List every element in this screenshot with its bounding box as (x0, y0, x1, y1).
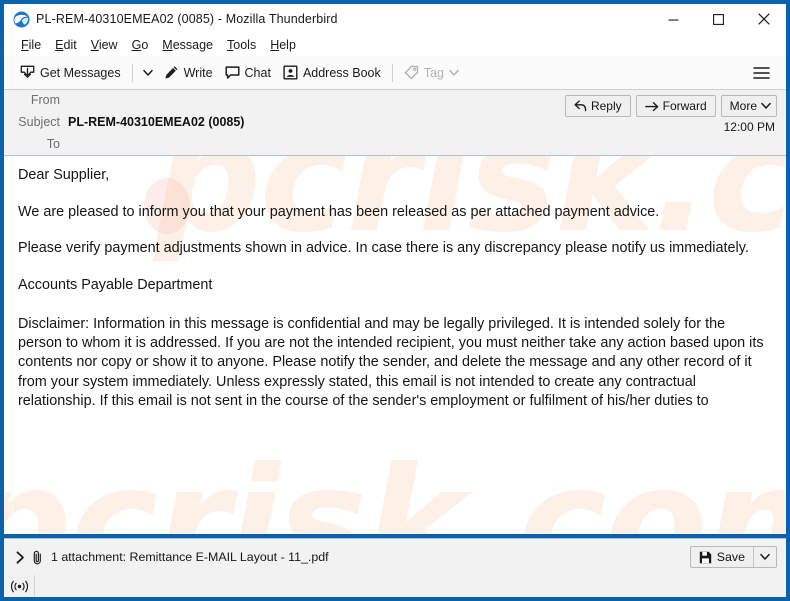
body-paragraph-2: Please verify payment adjustments shown … (18, 240, 749, 257)
close-icon (757, 13, 770, 25)
menu-view[interactable]: View (84, 37, 125, 53)
save-button[interactable]: Save (691, 547, 753, 567)
write-label: Write (183, 65, 213, 80)
get-messages-button[interactable]: Get Messages (14, 62, 127, 83)
tag-label: Tag (423, 65, 444, 80)
chat-bubble-icon (225, 65, 240, 80)
maximize-icon (713, 13, 724, 25)
app-menu-button[interactable] (749, 63, 774, 83)
body-paragraph-greeting: Dear Supplier, (18, 167, 110, 183)
chevron-down-icon (761, 102, 771, 109)
minimize-button[interactable] (651, 4, 696, 34)
chevron-down-icon (142, 69, 153, 76)
menu-file[interactable]: File (14, 37, 48, 53)
menu-bar: File Edit View Go Message Tools Help (4, 34, 786, 56)
attachment-label[interactable]: 1 attachment: Remittance E-MAIL Layout -… (51, 550, 329, 564)
write-button[interactable]: Write (158, 62, 219, 83)
chat-label: Chat (244, 65, 271, 80)
download-inbox-icon (20, 65, 35, 80)
tag-button[interactable]: Tag (398, 62, 465, 83)
toolbar-separator-1 (131, 63, 133, 82)
more-label: More (729, 99, 757, 113)
thunderbird-logo (13, 11, 30, 27)
watermark-text-bottom: pcrisk.com (4, 436, 786, 534)
close-button[interactable] (741, 4, 786, 34)
forward-arrow-icon (644, 101, 658, 111)
save-label: Save (716, 550, 745, 564)
from-label: From (30, 93, 60, 107)
connection-status-button[interactable] (4, 575, 35, 597)
minimize-icon (668, 19, 679, 21)
menu-help[interactable]: Help (263, 37, 303, 53)
tag-chevron-down-icon (449, 69, 459, 77)
address-book-icon (283, 65, 298, 80)
menu-tools[interactable]: Tools (220, 37, 263, 53)
more-button[interactable]: More (720, 95, 777, 117)
get-messages-label: Get Messages (40, 65, 121, 80)
menu-go[interactable]: Go (125, 37, 156, 53)
main-toolbar: Get Messages Write Chat Address Book Tag (4, 56, 786, 90)
attachment-expand-button[interactable] (14, 550, 31, 564)
message-actions: Reply Forward More (564, 95, 777, 117)
message-text-content: Dear Supplier, We are pleased to inform … (18, 166, 772, 411)
tag-icon (404, 65, 419, 80)
floppy-disk-icon (699, 551, 711, 563)
thunderbird-window: PL-REM-40310EMEA02 (0085) - Mozilla Thun… (0, 0, 790, 601)
subject-value: PL-REM-40310EMEA02 (0085) (68, 115, 245, 129)
menu-edit[interactable]: Edit (48, 37, 84, 53)
address-book-label: Address Book (302, 65, 381, 80)
get-messages-dropdown[interactable] (138, 66, 158, 80)
message-time: 12:00 PM (723, 120, 775, 134)
forward-label: Forward (662, 99, 707, 113)
menu-message[interactable]: Message (155, 37, 220, 53)
paperclip-icon (31, 550, 44, 565)
forward-button[interactable]: Forward (635, 95, 716, 117)
subject-label: Subject (18, 115, 60, 129)
window-title: PL-REM-40310EMEA02 (0085) - Mozilla Thun… (36, 12, 338, 26)
save-dropdown-button[interactable] (753, 547, 776, 567)
body-disclaimer: Disclaimer: Information in this message … (18, 315, 764, 409)
reply-arrow-icon (574, 100, 587, 112)
save-attachment-control: Save (689, 546, 777, 568)
hamburger-menu-icon (753, 66, 770, 79)
online-status-icon (10, 580, 28, 592)
header-row-subject: Subject PL-REM-40310EMEA02 (0085) (4, 115, 786, 137)
message-header: From Subject PL-REM-40310EMEA02 (0085) T… (4, 90, 786, 156)
chevron-right-icon (16, 550, 24, 564)
attachment-bar: 1 attachment: Remittance E-MAIL Layout -… (4, 538, 786, 575)
reply-button[interactable]: Reply (564, 95, 631, 117)
message-body: pcrisk.com pcrisk.com Dear Supplier, We … (4, 156, 786, 534)
header-row-to: To (4, 137, 786, 155)
body-paragraph-signature: Accounts Payable Department (18, 276, 213, 293)
title-bar: PL-REM-40310EMEA02 (0085) - Mozilla Thun… (4, 4, 786, 34)
pencil-icon (164, 65, 179, 80)
chat-button[interactable]: Chat (219, 62, 277, 83)
to-label: To (46, 137, 60, 151)
toolbar-separator-2 (391, 63, 393, 82)
window-controls (651, 4, 786, 34)
status-bar (4, 575, 786, 597)
body-paragraph-1: We are pleased to inform you that your p… (18, 203, 660, 220)
address-book-button[interactable]: Address Book (277, 62, 387, 83)
maximize-button[interactable] (696, 4, 741, 34)
reply-label: Reply (590, 99, 622, 113)
chevron-down-icon (760, 553, 770, 560)
